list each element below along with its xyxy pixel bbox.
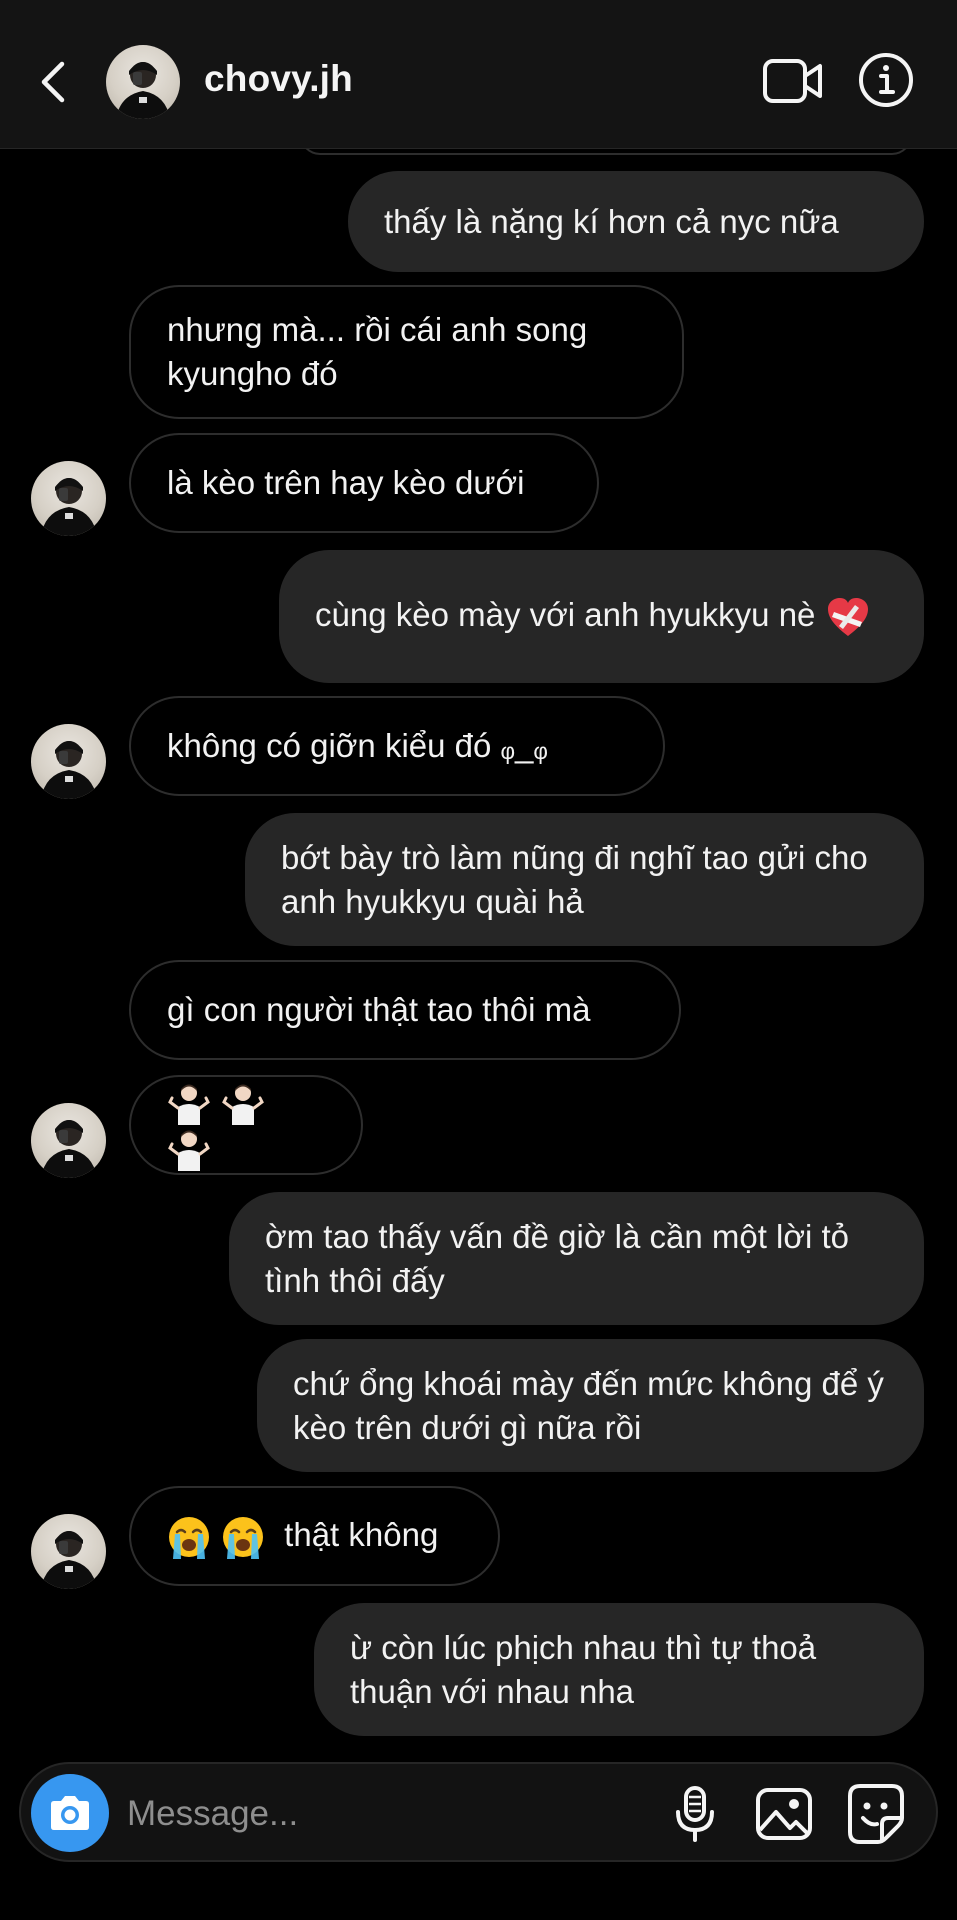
message-thread[interactable]: thấy là nặng kí hơn cả nyc nữa nhưng mà.… xyxy=(0,135,957,1749)
person-shrugging-icon xyxy=(168,1130,210,1172)
sender-avatar[interactable] xyxy=(31,724,106,799)
message-text: nhưng mà... rồi cái anh song kyungho đó xyxy=(167,311,588,392)
outgoing-message[interactable]: ờm tao thấy vấn đề giờ là cần một lời tỏ… xyxy=(229,1192,924,1325)
video-call-button[interactable] xyxy=(762,56,824,106)
gallery-button[interactable] xyxy=(754,1784,814,1844)
chat-header: chovy.jh xyxy=(0,0,957,149)
message-text: cùng kèo mày với anh hyukkyu nè xyxy=(315,596,816,634)
chat-username[interactable]: chovy.jh xyxy=(204,58,353,100)
sender-avatar[interactable] xyxy=(31,461,106,536)
info-icon xyxy=(859,53,913,107)
message-text: gì con người thật tao thôi mà xyxy=(167,991,591,1028)
message-composer xyxy=(19,1762,938,1862)
outgoing-message[interactable]: cùng kèo mày với anh hyukkyu nè xyxy=(279,550,924,683)
header-avatar[interactable] xyxy=(106,45,180,119)
incoming-message[interactable]: nhưng mà... rồi cái anh song kyungho đó xyxy=(129,285,684,419)
message-text: bớt bày trò làm nũng đi nghĩ tao gửi cho… xyxy=(281,838,868,920)
chevron-left-icon xyxy=(41,61,65,103)
message-text: ờm tao thấy vấn đề giờ là cần một lời tỏ… xyxy=(265,1217,850,1299)
person-shrugging-icon xyxy=(222,1084,264,1125)
message-text: thật không xyxy=(284,1515,439,1553)
incoming-message[interactable] xyxy=(129,1075,363,1175)
message-text: là kèo trên hay kèo dưới xyxy=(167,464,525,501)
message-text: thấy là nặng kí hơn cả nyc nữa xyxy=(384,202,839,240)
message-text: ừ còn lúc phịch nhau thì tự thoả thuận v… xyxy=(350,1628,817,1710)
outgoing-message[interactable]: thấy là nặng kí hơn cả nyc nữa xyxy=(348,171,924,272)
outgoing-message[interactable]: ừ còn lúc phịch nhau thì tự thoả thuận v… xyxy=(314,1603,924,1736)
video-camera-icon xyxy=(763,59,822,103)
message-text: không có giỡn kiểu đó ᵩ_ᵩ xyxy=(167,727,548,764)
message-input[interactable] xyxy=(125,1784,649,1844)
message-text: chứ ổng khoái mày đến mức không để ý kèo… xyxy=(293,1364,884,1446)
mending-heart-icon xyxy=(827,597,868,636)
image-icon xyxy=(756,1788,812,1840)
outgoing-message[interactable]: bớt bày trò làm nũng đi nghĩ tao gửi cho… xyxy=(245,813,924,946)
info-button[interactable] xyxy=(858,52,914,108)
back-button[interactable] xyxy=(30,50,76,114)
incoming-message[interactable]: gì con người thật tao thôi mà xyxy=(129,960,681,1060)
loudly-crying-face-icon xyxy=(169,1517,209,1560)
loudly-crying-face-icon xyxy=(223,1517,263,1560)
outgoing-message[interactable]: chứ ổng khoái mày đến mức không để ý kèo… xyxy=(257,1339,924,1472)
microphone-icon xyxy=(676,1786,714,1842)
incoming-message[interactable]: thật không xyxy=(129,1486,500,1586)
sender-avatar[interactable] xyxy=(31,1514,106,1589)
person-shrugging-icon xyxy=(168,1084,210,1125)
camera-icon xyxy=(51,1796,89,1830)
incoming-message[interactable]: không có giỡn kiểu đó ᵩ_ᵩ xyxy=(129,696,665,796)
sender-avatar[interactable] xyxy=(31,1103,106,1178)
sticker-button[interactable] xyxy=(846,1782,906,1844)
sticker-icon xyxy=(848,1784,904,1844)
voice-message-button[interactable] xyxy=(667,1784,723,1844)
incoming-message[interactable]: là kèo trên hay kèo dưới xyxy=(129,433,599,533)
camera-button[interactable] xyxy=(31,1774,109,1852)
